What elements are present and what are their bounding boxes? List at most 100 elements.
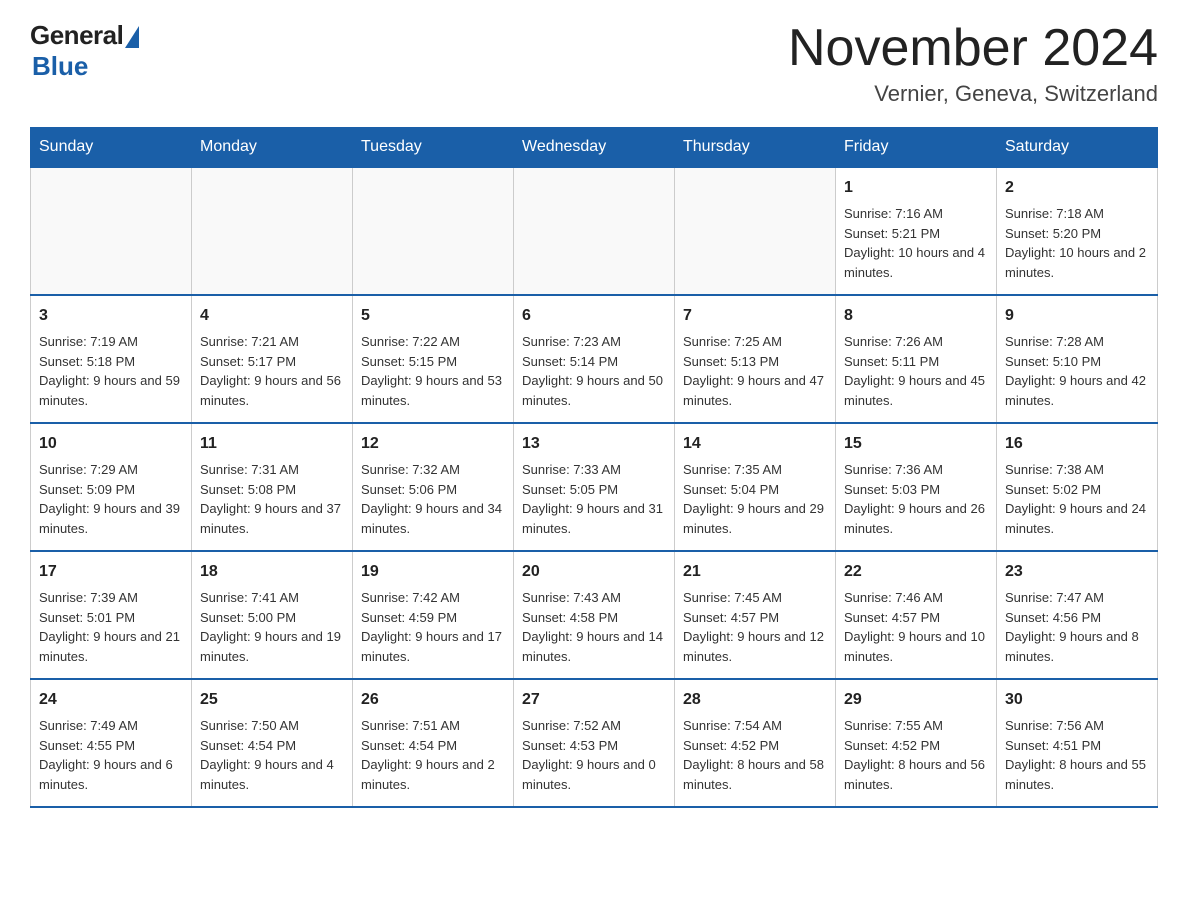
day-number: 20	[522, 560, 666, 584]
day-number: 24	[39, 688, 183, 712]
calendar-cell: 30Sunrise: 7:56 AMSunset: 4:51 PMDayligh…	[997, 679, 1158, 807]
calendar-cell: 16 Sunrise: 7:38 AMSunset: 5:02 PMDayligh…	[997, 423, 1158, 551]
day-info: Sunrise: 7:51 AMSunset: 4:54 PMDaylight:…	[361, 716, 505, 794]
day-info: Sunrise: 7:32 AMSunset: 5:06 PMDaylight:…	[361, 460, 505, 538]
calendar-cell: 11Sunrise: 7:31 AMSunset: 5:08 PMDayligh…	[192, 423, 353, 551]
calendar-cell: 3 Sunrise: 7:19 AMSunset: 5:18 PMDaylight…	[31, 295, 192, 423]
calendar-cell: 27 Sunrise: 7:52 AMSunset: 4:53 PMDayligh…	[514, 679, 675, 807]
calendar-cell: 19 Sunrise: 7:42 AMSunset: 4:59 PMDayligh…	[353, 551, 514, 679]
day-info: Sunrise: 7:42 AMSunset: 4:59 PMDaylight:…	[361, 588, 505, 666]
day-info: Sunrise: 7:36 AMSunset: 5:03 PMDaylight:…	[844, 460, 988, 538]
logo-triangle-icon	[125, 26, 139, 48]
calendar-cell	[514, 167, 675, 295]
day-number: 8	[844, 304, 988, 328]
calendar-cell: 13 Sunrise: 7:33 AMSunset: 5:05 PMDayligh…	[514, 423, 675, 551]
day-info: Sunrise: 7:26 AMSunset: 5:11 PMDaylight:…	[844, 332, 988, 410]
day-info: Sunrise: 7:55 AMSunset: 4:52 PMDaylight:…	[844, 716, 988, 794]
day-info: Sunrise: 7:45 AMSunset: 4:57 PMDaylight:…	[683, 588, 827, 666]
day-info: Sunrise: 7:23 AMSunset: 5:14 PMDaylight:…	[522, 332, 666, 410]
day-number: 1	[844, 176, 988, 200]
day-number: 19	[361, 560, 505, 584]
day-number: 21	[683, 560, 827, 584]
calendar-cell	[31, 167, 192, 295]
day-number: 11	[200, 432, 344, 456]
day-number: 23	[1005, 560, 1149, 584]
calendar-cell: 4 Sunrise: 7:21 AMSunset: 5:17 PMDaylight…	[192, 295, 353, 423]
logo: General Blue	[30, 20, 139, 82]
day-number: 15	[844, 432, 988, 456]
day-number: 26	[361, 688, 505, 712]
calendar-day-header: Friday	[836, 128, 997, 168]
day-info: Sunrise: 7:54 AMSunset: 4:52 PMDaylight:…	[683, 716, 827, 794]
day-number: 9	[1005, 304, 1149, 328]
calendar-cell: 1 Sunrise: 7:16 AMSunset: 5:21 PMDaylight…	[836, 167, 997, 295]
day-number: 18	[200, 560, 344, 584]
day-number: 30	[1005, 688, 1149, 712]
calendar-day-header: Wednesday	[514, 128, 675, 168]
calendar-cell: 9 Sunrise: 7:28 AMSunset: 5:10 PMDaylight…	[997, 295, 1158, 423]
calendar-cell: 23 Sunrise: 7:47 AMSunset: 4:56 PMDayligh…	[997, 551, 1158, 679]
day-info: Sunrise: 7:43 AMSunset: 4:58 PMDaylight:…	[522, 588, 666, 666]
day-number: 4	[200, 304, 344, 328]
day-number: 3	[39, 304, 183, 328]
day-number: 13	[522, 432, 666, 456]
calendar-day-header: Tuesday	[353, 128, 514, 168]
day-info: Sunrise: 7:21 AMSunset: 5:17 PMDaylight:…	[200, 332, 344, 410]
day-number: 7	[683, 304, 827, 328]
calendar-cell: 15 Sunrise: 7:36 AMSunset: 5:03 PMDayligh…	[836, 423, 997, 551]
calendar-day-header: Saturday	[997, 128, 1158, 168]
calendar-cell: 8 Sunrise: 7:26 AMSunset: 5:11 PMDaylight…	[836, 295, 997, 423]
day-info: Sunrise: 7:38 AMSunset: 5:02 PMDaylight:…	[1005, 460, 1149, 538]
day-number: 2	[1005, 176, 1149, 200]
calendar-cell: 5Sunrise: 7:22 AMSunset: 5:15 PMDaylight…	[353, 295, 514, 423]
calendar-cell	[353, 167, 514, 295]
calendar-week-row: 17Sunrise: 7:39 AMSunset: 5:01 PMDayligh…	[31, 551, 1158, 679]
day-number: 22	[844, 560, 988, 584]
day-number: 27	[522, 688, 666, 712]
calendar-cell: 12 Sunrise: 7:32 AMSunset: 5:06 PMDayligh…	[353, 423, 514, 551]
calendar-cell: 24 Sunrise: 7:49 AMSunset: 4:55 PMDayligh…	[31, 679, 192, 807]
calendar-cell: 22 Sunrise: 7:46 AMSunset: 4:57 PMDayligh…	[836, 551, 997, 679]
calendar-week-row: 1 Sunrise: 7:16 AMSunset: 5:21 PMDaylight…	[31, 167, 1158, 295]
page-title: November 2024	[788, 20, 1158, 77]
calendar-cell	[675, 167, 836, 295]
calendar-day-header: Sunday	[31, 128, 192, 168]
calendar-cell: 6Sunrise: 7:23 AMSunset: 5:14 PMDaylight…	[514, 295, 675, 423]
day-info: Sunrise: 7:52 AMSunset: 4:53 PMDaylight:…	[522, 716, 666, 794]
day-info: Sunrise: 7:41 AMSunset: 5:00 PMDaylight:…	[200, 588, 344, 666]
calendar-cell: 20 Sunrise: 7:43 AMSunset: 4:58 PMDayligh…	[514, 551, 675, 679]
calendar-cell: 10Sunrise: 7:29 AMSunset: 5:09 PMDayligh…	[31, 423, 192, 551]
day-info: Sunrise: 7:35 AMSunset: 5:04 PMDaylight:…	[683, 460, 827, 538]
calendar-cell	[192, 167, 353, 295]
calendar-cell: 17Sunrise: 7:39 AMSunset: 5:01 PMDayligh…	[31, 551, 192, 679]
page-header: General Blue November 2024 Vernier, Gene…	[30, 20, 1158, 107]
day-number: 12	[361, 432, 505, 456]
day-info: Sunrise: 7:16 AMSunset: 5:21 PMDaylight:…	[844, 204, 988, 282]
day-info: Sunrise: 7:25 AMSunset: 5:13 PMDaylight:…	[683, 332, 827, 410]
title-block: November 2024 Vernier, Geneva, Switzerla…	[788, 20, 1158, 107]
page-subtitle: Vernier, Geneva, Switzerland	[788, 81, 1158, 107]
calendar-cell: 18 Sunrise: 7:41 AMSunset: 5:00 PMDayligh…	[192, 551, 353, 679]
day-number: 14	[683, 432, 827, 456]
day-number: 25	[200, 688, 344, 712]
day-number: 29	[844, 688, 988, 712]
day-info: Sunrise: 7:49 AMSunset: 4:55 PMDaylight:…	[39, 716, 183, 794]
day-info: Sunrise: 7:19 AMSunset: 5:18 PMDaylight:…	[39, 332, 183, 410]
calendar-cell: 14 Sunrise: 7:35 AMSunset: 5:04 PMDayligh…	[675, 423, 836, 551]
day-info: Sunrise: 7:50 AMSunset: 4:54 PMDaylight:…	[200, 716, 344, 794]
day-info: Sunrise: 7:28 AMSunset: 5:10 PMDaylight:…	[1005, 332, 1149, 410]
day-number: 16	[1005, 432, 1149, 456]
calendar-cell: 28Sunrise: 7:54 AMSunset: 4:52 PMDayligh…	[675, 679, 836, 807]
calendar-cell: 7 Sunrise: 7:25 AMSunset: 5:13 PMDaylight…	[675, 295, 836, 423]
calendar-cell: 29 Sunrise: 7:55 AMSunset: 4:52 PMDayligh…	[836, 679, 997, 807]
calendar-day-header: Monday	[192, 128, 353, 168]
logo-blue-text: Blue	[32, 51, 88, 82]
calendar-week-row: 24 Sunrise: 7:49 AMSunset: 4:55 PMDayligh…	[31, 679, 1158, 807]
calendar-cell: 25 Sunrise: 7:50 AMSunset: 4:54 PMDayligh…	[192, 679, 353, 807]
day-info: Sunrise: 7:33 AMSunset: 5:05 PMDaylight:…	[522, 460, 666, 538]
day-info: Sunrise: 7:39 AMSunset: 5:01 PMDaylight:…	[39, 588, 183, 666]
day-number: 10	[39, 432, 183, 456]
calendar-table: SundayMondayTuesdayWednesdayThursdayFrid…	[30, 127, 1158, 808]
day-info: Sunrise: 7:46 AMSunset: 4:57 PMDaylight:…	[844, 588, 988, 666]
day-info: Sunrise: 7:47 AMSunset: 4:56 PMDaylight:…	[1005, 588, 1149, 666]
